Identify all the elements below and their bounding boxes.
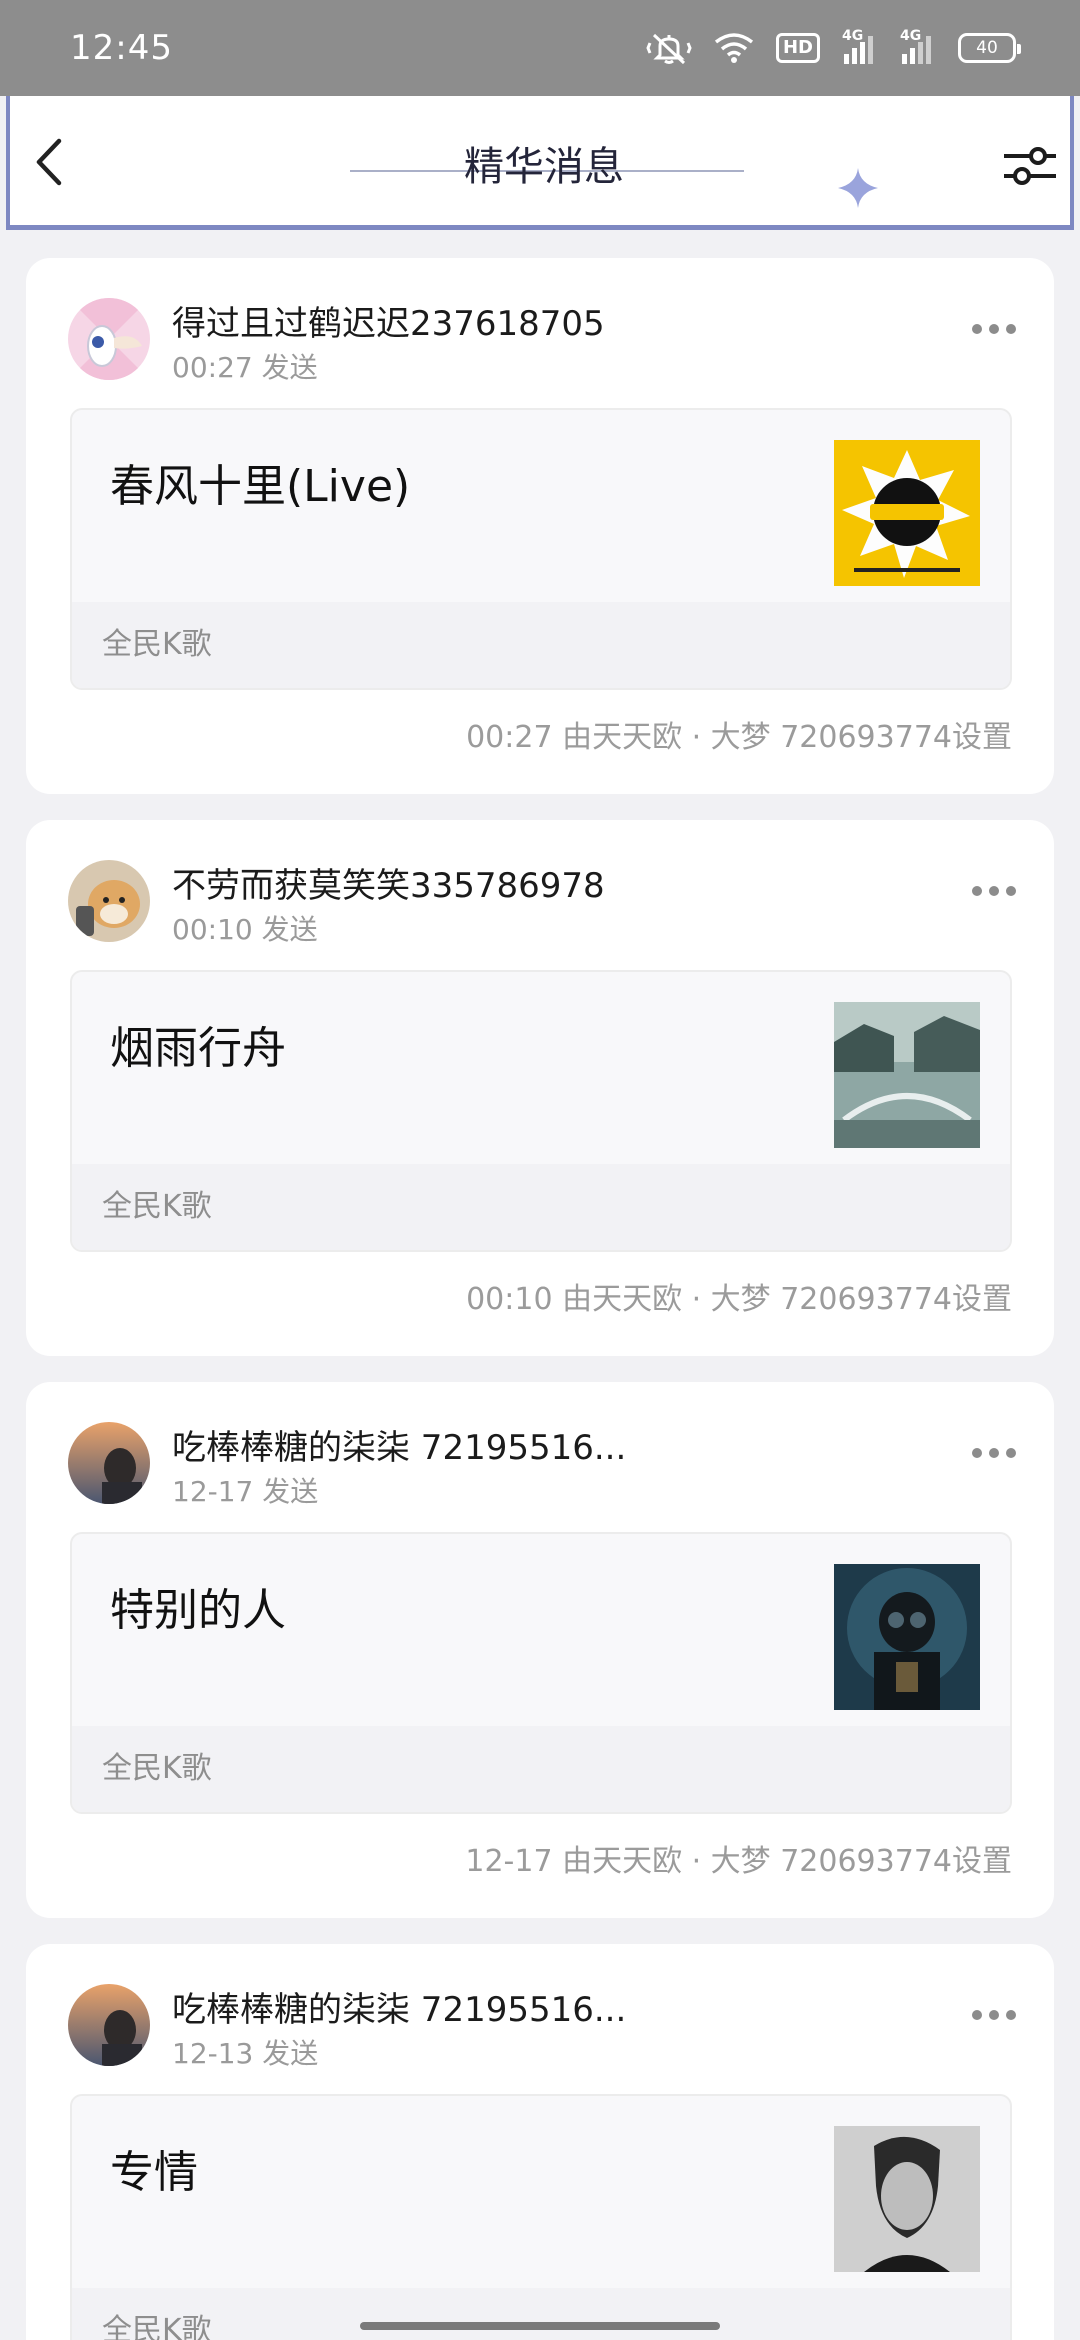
- mute-vibrate-icon: [646, 31, 692, 65]
- sparkle-icon: [836, 166, 880, 214]
- album-cover-image: [834, 440, 980, 586]
- more-options-button[interactable]: [972, 880, 1016, 902]
- top-nav-bar: 精华消息: [6, 96, 1074, 230]
- more-options-button[interactable]: [972, 2004, 1016, 2026]
- wifi-icon: [714, 32, 754, 64]
- set-by-info: 00:27 由天天欧 · 大梦 720693774设置: [466, 720, 1012, 755]
- signal-1-icon: 4G: [842, 28, 878, 64]
- set-by-info: 12-17 由天天欧 · 大梦 720693774设置: [465, 1844, 1012, 1879]
- avatar[interactable]: [68, 1984, 150, 2066]
- album-cover-image: [834, 2126, 980, 2272]
- essence-message-card: 得过且过鹤迟迟237618705 00:27 发送 春风十里(Live) 全民K…: [26, 258, 1054, 794]
- avatar[interactable]: [68, 860, 150, 942]
- more-options-button[interactable]: [972, 318, 1016, 340]
- sliders-icon: [1004, 147, 1056, 185]
- sender-name[interactable]: 吃棒棒糖的柒柒 72195516...: [172, 1982, 626, 2031]
- avatar[interactable]: [68, 1422, 150, 1504]
- source-label: 全民K歌: [72, 1726, 1010, 1812]
- dot-icon: [1006, 2010, 1016, 2020]
- more-options-button[interactable]: [972, 1442, 1016, 1464]
- dot-icon: [1006, 886, 1016, 896]
- sender-name[interactable]: 得过且过鹤迟迟237618705: [172, 296, 605, 345]
- status-time: 12:45: [70, 28, 173, 68]
- send-time: 12-17 发送: [172, 1475, 319, 1508]
- dot-icon: [989, 1448, 999, 1458]
- sender-name[interactable]: 吃棒棒糖的柒柒 72195516...: [172, 1420, 626, 1469]
- album-cover-image: [834, 1002, 980, 1148]
- hd-badge: HD: [775, 33, 820, 63]
- battery-indicator: 40: [958, 33, 1021, 63]
- set-by-info: 00:10 由天天欧 · 大梦 720693774设置: [466, 1282, 1012, 1317]
- song-share-card[interactable]: 烟雨行舟 全民K歌: [70, 970, 1012, 1252]
- song-title: 专情: [110, 2147, 198, 2198]
- song-title: 春风十里(Live): [110, 461, 411, 512]
- page-title: 精华消息: [464, 144, 624, 190]
- essence-message-card: 吃棒棒糖的柒柒 72195516... 12-13 发送 专情 全民K歌: [26, 1944, 1054, 2340]
- song-title: 烟雨行舟: [110, 1023, 286, 1074]
- essence-message-card: 不劳而获莫笑笑335786978 00:10 发送 烟雨行舟 全民K歌 00:1…: [26, 820, 1054, 1356]
- send-time: 12-13 发送: [172, 2037, 319, 2070]
- avatar[interactable]: [68, 298, 150, 380]
- dot-icon: [972, 886, 982, 896]
- source-label: 全民K歌: [72, 1164, 1010, 1250]
- song-share-card[interactable]: 特别的人 全民K歌: [70, 1532, 1012, 1814]
- dot-icon: [989, 886, 999, 896]
- dot-icon: [1006, 1448, 1016, 1458]
- home-indicator[interactable]: [360, 2322, 720, 2330]
- source-label: 全民K歌: [72, 602, 1010, 688]
- song-share-card[interactable]: 专情 全民K歌: [70, 2094, 1012, 2340]
- send-time: 00:27 发送: [172, 351, 318, 384]
- status-icons: HD 4G 4G 40: [646, 28, 1021, 65]
- essence-message-card: 吃棒棒糖的柒柒 72195516... 12-17 发送 特别的人 全民K歌 1…: [26, 1382, 1054, 1918]
- song-share-card[interactable]: 春风十里(Live) 全民K歌: [70, 408, 1012, 690]
- song-title: 特别的人: [110, 1585, 286, 1636]
- dot-icon: [989, 2010, 999, 2020]
- dot-icon: [972, 2010, 982, 2020]
- status-bar: 12:45 HD 4G 4G 40: [0, 0, 1080, 96]
- dot-icon: [989, 324, 999, 334]
- signal-2-icon: 4G: [900, 28, 936, 64]
- source-label: 全民K歌: [72, 2288, 1010, 2340]
- send-time: 00:10 发送: [172, 913, 318, 946]
- dot-icon: [972, 1448, 982, 1458]
- dot-icon: [1006, 324, 1016, 334]
- filter-settings-button[interactable]: [1000, 138, 1060, 194]
- album-cover-image: [834, 1564, 980, 1710]
- dot-icon: [972, 324, 982, 334]
- sender-name[interactable]: 不劳而获莫笑笑335786978: [172, 858, 605, 907]
